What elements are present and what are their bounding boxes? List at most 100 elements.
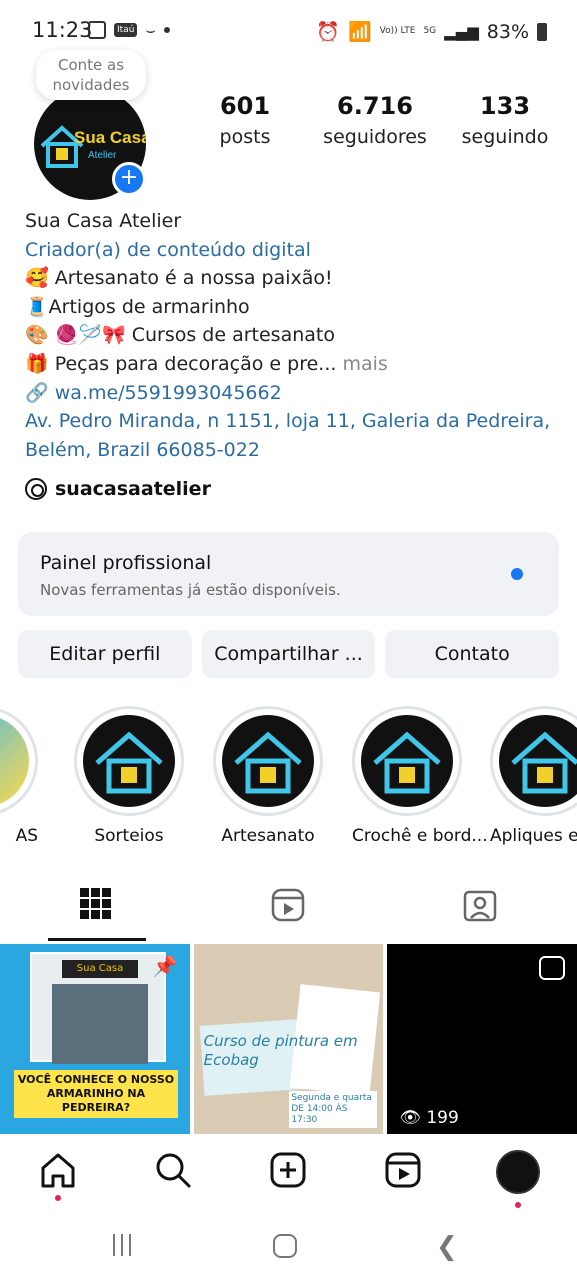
volte-icon: Vo)) LTE	[379, 26, 416, 36]
highlight-item[interactable]: Artesanato	[213, 706, 323, 846]
nav-create[interactable]	[268, 1150, 308, 1190]
system-nav-bar: ❮	[0, 1210, 577, 1280]
system-home-icon[interactable]	[273, 1234, 297, 1258]
profile-link-text: wa.me/5591993045662	[54, 381, 282, 404]
avatar-brand-subtext: Atelier	[88, 150, 117, 161]
status-time: 11:23	[32, 18, 93, 42]
threads-badge[interactable]: suacasaatelier	[25, 478, 211, 500]
gallery-notification-icon	[88, 21, 106, 39]
posts-grid: Sua Casa 📌 VOCÊ CONHECE O NOSSO ARMARINH…	[0, 944, 577, 1134]
back-icon[interactable]: ❮	[436, 1232, 458, 1262]
highlight-label: AS	[15, 826, 38, 846]
profile-bio: Sua Casa Atelier Criador(a) de conteúdo …	[25, 207, 565, 464]
view-count-value: 199	[426, 1108, 459, 1128]
signal-icon: ▂▄▆	[444, 22, 479, 41]
profile-name: Sua Casa Atelier	[25, 210, 182, 232]
nav-search[interactable]	[153, 1150, 193, 1190]
highlight-item[interactable]: AS	[0, 706, 38, 846]
bio-line-truncated: 🎁 Peças para decoração e pre... mais	[25, 350, 565, 379]
tagged-icon	[463, 890, 497, 922]
highlight-label: Crochê e bord...	[352, 826, 488, 846]
story-highlights: AS Sorteios Artesanato Crochê e bord... …	[0, 700, 577, 860]
bank-notification-icon: Itaú	[114, 23, 138, 37]
profile-tabs	[0, 870, 577, 942]
professional-dashboard[interactable]: Painel profissional Novas ferramentas já…	[18, 532, 559, 616]
share-profile-button[interactable]: Compartilhar ...	[201, 630, 376, 678]
avatar-brand-text: Sua Casa	[74, 128, 146, 147]
stat-value: 133	[479, 92, 531, 120]
search-icon	[156, 1153, 191, 1188]
house-icon	[361, 715, 453, 807]
reel-icon	[539, 956, 566, 980]
stat-label: seguindo	[461, 126, 549, 148]
wifi-icon: 📶	[347, 21, 372, 43]
bio-line: 🎨 🧶🪡🎀 Cursos de artesanato	[25, 324, 335, 347]
post-tile[interactable]: Curso de pintura em Ecobag Segunda e qua…	[193, 944, 384, 1134]
home-icon	[41, 1153, 75, 1188]
nav-profile[interactable]	[496, 1150, 540, 1208]
tab-grid[interactable]	[80, 888, 114, 922]
bottom-nav	[0, 1140, 577, 1210]
highlight-ring	[74, 706, 184, 816]
status-left-icons: Itaú ⌣	[88, 20, 170, 40]
add-story-icon[interactable]: +	[112, 162, 146, 196]
new-indicator-dot	[511, 568, 523, 580]
stat-following[interactable]: 133 seguindo	[460, 92, 550, 148]
house-icon	[222, 715, 314, 807]
profile-link[interactable]: 🔗 wa.me/5591993045662	[25, 379, 565, 408]
add-icon	[270, 1152, 306, 1188]
alarm-icon: ⏰	[316, 21, 340, 43]
post-tile[interactable]: 👁 199	[387, 944, 577, 1134]
highlight-item[interactable]: Sorteios	[74, 706, 184, 846]
notification-dot	[515, 1202, 521, 1208]
tab-tagged[interactable]	[463, 888, 497, 922]
profile-category[interactable]: Criador(a) de conteúdo digital	[25, 236, 565, 265]
profile-address[interactable]: Av. Pedro Miranda, n 1151, loja 11, Gale…	[25, 407, 565, 464]
stat-label: posts	[219, 126, 271, 148]
note-bubble[interactable]: Conte as novidades	[36, 50, 146, 100]
stat-label: seguidores	[323, 126, 427, 148]
profile-avatar-small	[496, 1150, 540, 1194]
highlight-ring	[213, 706, 323, 816]
pin-icon: 📌	[152, 954, 178, 978]
bio-line: 🧵Artigos de armarinho	[25, 295, 250, 318]
highlight-cover	[0, 715, 29, 807]
link-icon: 🔗	[25, 381, 49, 404]
stat-followers[interactable]: 6.716 seguidores	[323, 92, 427, 148]
highlight-ring	[0, 706, 38, 816]
profile-actions: Editar perfil Compartilhar ... Contato	[18, 630, 560, 678]
post-caption: VOCÊ CONHECE O NOSSO ARMARINHO NA PEDREI…	[14, 1070, 178, 1118]
tab-reels[interactable]	[271, 888, 305, 922]
profile-stats: 601 posts 6.716 seguidores 133 seguindo	[200, 92, 550, 148]
nav-reels[interactable]	[383, 1150, 423, 1190]
status-right-icons: ⏰ 📶 Vo)) LTE 5G ▂▄▆ 83%	[316, 20, 547, 43]
bio-more-link[interactable]: mais	[342, 353, 387, 375]
bio-line: 🥰 Artesanato é a nossa paixão!	[25, 267, 333, 290]
reels-icon	[271, 888, 305, 922]
highlight-label: Apliques e f	[490, 826, 577, 846]
highlight-label: Artesanato	[221, 826, 315, 846]
nav-home[interactable]	[38, 1150, 78, 1201]
more-notifications-icon	[163, 27, 170, 33]
store-entrance	[52, 984, 148, 1064]
network-type: 5G	[423, 26, 437, 36]
edit-profile-button[interactable]: Editar perfil	[18, 630, 192, 678]
contact-button[interactable]: Contato	[385, 630, 560, 678]
highlight-item[interactable]: Crochê e bord...	[352, 706, 488, 846]
highlight-item[interactable]: Apliques e f	[490, 706, 577, 846]
reels-icon	[385, 1152, 421, 1188]
stat-value: 601	[219, 92, 271, 120]
recent-apps-icon[interactable]	[113, 1234, 131, 1256]
view-count: 👁 199	[399, 1108, 459, 1128]
stat-value: 6.716	[337, 92, 413, 120]
highlight-label: Sorteios	[94, 826, 164, 846]
post-tile[interactable]: Sua Casa 📌 VOCÊ CONHECE O NOSSO ARMARINH…	[0, 944, 190, 1134]
notification-dot	[55, 1195, 61, 1201]
stat-posts[interactable]: 601 posts	[200, 92, 290, 148]
grid-icon	[80, 888, 114, 919]
panel-title: Painel profissional	[40, 552, 212, 574]
house-icon	[83, 715, 175, 807]
store-photo: Sua Casa	[30, 952, 166, 1064]
panel-subtitle: Novas ferramentas já estão disponíveis.	[40, 581, 341, 599]
threads-handle: suacasaatelier	[55, 478, 211, 500]
